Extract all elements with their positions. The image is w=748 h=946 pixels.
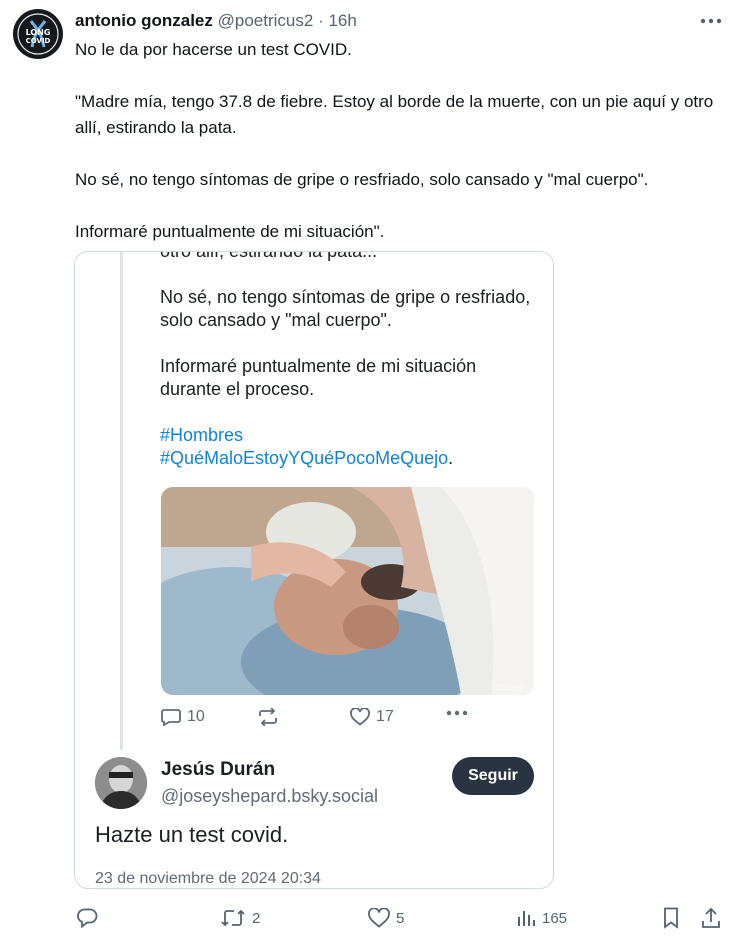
author-avatar[interactable]: LONG COVID <box>13 9 63 59</box>
like-icon <box>350 708 370 726</box>
post-text-line: No le da por hacerse un test COVID. <box>75 40 352 59</box>
repost-icon <box>259 708 277 726</box>
quoted-reply-count: 10 <box>187 708 205 725</box>
reply-avatar[interactable] <box>95 757 147 809</box>
repost-count: 2 <box>252 909 261 927</box>
author-handle[interactable]: @poetricus2 <box>218 11 314 30</box>
quoted-text-line: No sé, no tengo síntomas de gripe o resf… <box>160 287 531 330</box>
post-text-line: "Madre mía, tengo 37.8 de fiebre. Estoy … <box>75 92 714 137</box>
post-time[interactable]: 16h <box>328 11 356 30</box>
bookmark-button[interactable] <box>662 903 680 933</box>
thread-line <box>120 252 123 750</box>
views-count: 165 <box>542 909 568 927</box>
author-name[interactable]: antonio gonzalez <box>75 11 213 30</box>
long-covid-logo: LONG COVID <box>14 10 62 58</box>
share-icon <box>702 907 720 928</box>
hashtag-link[interactable]: #QuéMaloEstoyYQuéPocoMeQuejo <box>160 448 448 468</box>
more-horizontal-icon <box>446 710 468 716</box>
embedded-screenshot[interactable]: otro allí, estirando la pata... No sé, n… <box>74 251 554 889</box>
quoted-actions: 10 17 <box>161 708 471 732</box>
views-icon <box>518 911 535 926</box>
svg-text:COVID: COVID <box>26 37 51 45</box>
reply-avatar-image <box>95 757 147 809</box>
gif-image: Disney <box>161 487 534 695</box>
reply-button[interactable] <box>76 903 104 933</box>
follow-button[interactable]: Seguir <box>452 757 534 795</box>
hashtag-link[interactable]: #Hombres <box>160 425 243 445</box>
quoted-text-line: otro allí, estirando la pata... <box>160 251 378 261</box>
quoted-post-text: otro allí, estirando la pata... No sé, n… <box>160 251 540 470</box>
reply-author-name[interactable]: Jesús Durán <box>161 759 275 781</box>
quoted-repost-button[interactable] <box>257 708 285 726</box>
views-button[interactable]: 165 <box>516 903 567 933</box>
post-text-line: No sé, no tengo síntomas de gripe o resf… <box>75 170 649 189</box>
more-options-button[interactable] <box>698 10 724 32</box>
media-gif[interactable]: Disney <box>161 487 534 695</box>
repost-button[interactable]: 2 <box>220 903 260 933</box>
repost-icon <box>221 909 245 927</box>
more-icon <box>700 18 722 24</box>
reply-author-handle[interactable]: @joseyshepard.bsky.social <box>161 786 378 807</box>
quoted-more-button[interactable] <box>446 710 468 716</box>
reply-icon <box>161 709 181 726</box>
like-button[interactable]: 5 <box>368 903 404 933</box>
post-text: No le da por hacerse un test COVID. "Mad… <box>75 37 740 245</box>
quoted-like-count: 17 <box>376 708 394 725</box>
post-text-line: Informaré puntualmente de mi situación". <box>75 222 385 241</box>
separator: · <box>318 11 324 30</box>
post-header: antonio gonzalez @poetricus2 · 16h <box>75 10 357 32</box>
reply-text: Hazte un test covid. <box>95 822 289 847</box>
share-button[interactable] <box>701 903 721 933</box>
like-icon <box>368 908 390 928</box>
quoted-text-line: Informaré puntualmente de mi situación d… <box>160 356 477 399</box>
bookmark-icon <box>664 907 678 929</box>
hashtag-tail: . <box>448 448 454 468</box>
like-count: 5 <box>396 909 405 927</box>
post-actions: 2 5 165 <box>0 903 748 933</box>
quoted-like-button[interactable]: 17 <box>350 708 394 726</box>
media-watermark: Disney <box>497 683 525 692</box>
quoted-reply-button[interactable]: 10 <box>161 708 205 726</box>
reply-date: 23 de noviembre de 2024 20:34 <box>95 870 321 887</box>
svg-text:LONG: LONG <box>26 28 51 37</box>
reply-icon <box>77 908 98 928</box>
